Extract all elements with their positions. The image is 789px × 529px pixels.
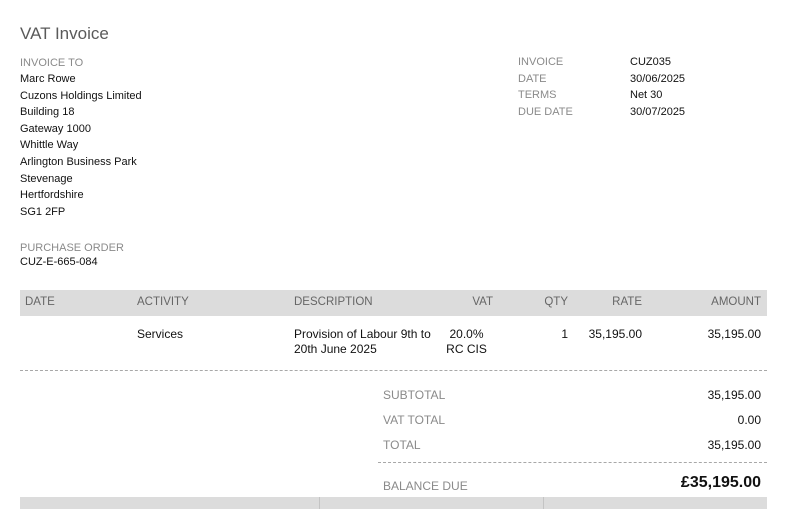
purchase-order-label: PURCHASE ORDER — [20, 242, 124, 254]
meta-value-due-date: 30/07/2025 — [630, 105, 686, 118]
cell-vat: 20.0% RC CIS — [440, 327, 493, 357]
col-header-rate: RATE — [612, 296, 642, 308]
address-line: Gateway 1000 — [20, 122, 91, 135]
col-header-qty: QTY — [544, 296, 568, 308]
cell-amount: 35,195.00 — [707, 327, 761, 341]
address-line: Building 18 — [20, 106, 75, 119]
col-header-vat: VAT — [472, 296, 493, 308]
meta-value-terms: Net 30 — [630, 89, 663, 102]
vat-code: RC CIS — [446, 342, 487, 356]
invoice-meta: INVOICE CUZ035 DATE 30/06/2025 TERMS Net 30… — [518, 54, 685, 120]
cell-activity: Services — [137, 327, 184, 341]
address-line: Stevenage — [20, 172, 73, 185]
billing-address: Marc Rowe Cuzons Holdings Limited Buildi… — [20, 71, 142, 220]
page-title: VAT Invoice — [20, 24, 109, 43]
footer-bar — [20, 497, 767, 509]
description-line: Provision of Labour 9th to — [294, 327, 431, 341]
cell-rate: 35,195.00 — [588, 327, 642, 341]
meta-label-due-date: DUE DATE — [518, 105, 573, 118]
col-header-description: DESCRIPTION — [294, 296, 373, 308]
address-line: Marc Rowe — [20, 73, 76, 85]
subtotal-label: SUBTOTAL — [383, 388, 446, 402]
vat-rate: 20.0% — [449, 327, 484, 341]
meta-label-invoice: INVOICE — [518, 56, 564, 68]
address-line: Whittle Way — [20, 139, 79, 152]
balance-due-label: BALANCE DUE — [383, 479, 468, 493]
invoice-to-label: INVOICE TO — [20, 57, 84, 69]
address-line: SG1 2FP — [20, 205, 66, 218]
table-divider — [20, 370, 767, 371]
cell-qty: 1 — [561, 327, 568, 341]
col-header-date: DATE — [25, 296, 55, 308]
total-value: 35,195.00 — [707, 438, 761, 452]
footer-divider — [319, 497, 320, 509]
totals-divider — [378, 462, 767, 463]
cell-description: Provision of Labour 9th to 20th June 202… — [294, 327, 431, 357]
description-line: 20th June 2025 — [294, 342, 377, 356]
address-line: Cuzons Holdings Limited — [20, 89, 142, 102]
address-line: Arlington Business Park — [20, 155, 137, 168]
address-line: Hertfordshire — [20, 189, 84, 202]
meta-label-terms: TERMS — [518, 89, 557, 102]
total-label: TOTAL — [383, 438, 421, 452]
meta-value-invoice: CUZ035 — [630, 56, 671, 68]
col-header-activity: ACTIVITY — [137, 296, 189, 308]
footer-divider — [543, 497, 544, 509]
purchase-order-value: CUZ-E-665-084 — [20, 256, 98, 268]
vat-total-label: VAT TOTAL — [383, 413, 446, 427]
table-row: Services Provision of Labour 9th to 20th… — [20, 326, 767, 360]
balance-due-value: £35,195.00 — [680, 474, 761, 491]
col-header-amount: AMOUNT — [711, 296, 761, 308]
line-items-header: DATE ACTIVITY DESCRIPTION VAT QTY RATE A… — [20, 290, 767, 316]
vat-total-value: 0.00 — [737, 413, 761, 427]
meta-value-date: 30/06/2025 — [630, 72, 686, 85]
meta-label-date: DATE — [518, 72, 547, 85]
subtotal-value: 35,195.00 — [707, 388, 761, 402]
